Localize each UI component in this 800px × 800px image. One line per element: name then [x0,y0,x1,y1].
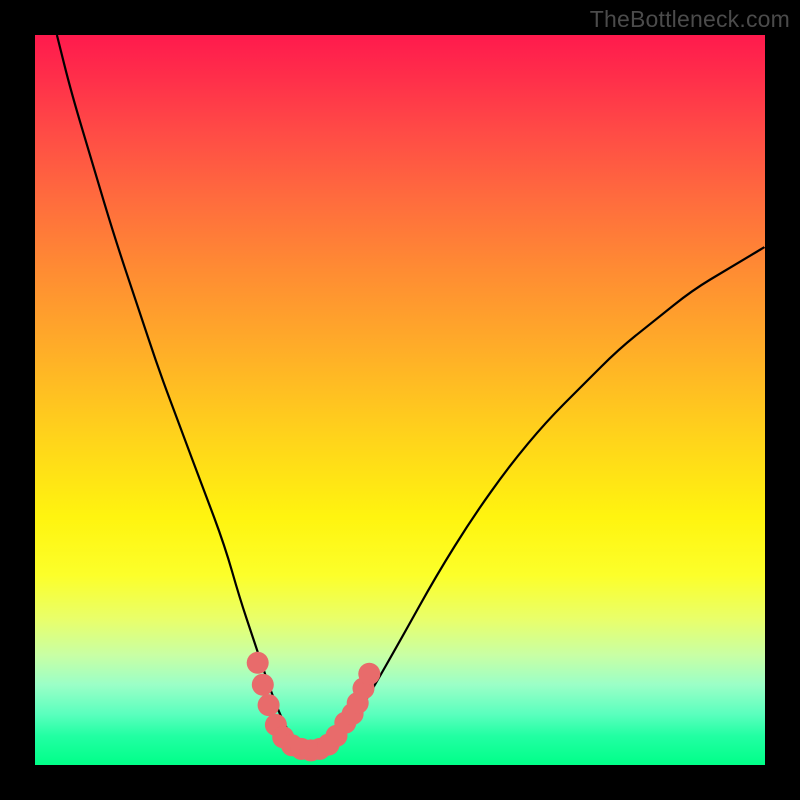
watermark-text: TheBottleneck.com [590,6,790,33]
marker-point [252,674,274,696]
optimal-zone-markers [247,652,381,762]
plot-area [35,35,765,765]
marker-point [358,663,380,685]
marker-point [258,694,280,716]
chart-frame: TheBottleneck.com [0,0,800,800]
bottleneck-curve-path [57,35,765,750]
bottleneck-curve-svg [35,35,765,765]
marker-point [247,652,269,674]
